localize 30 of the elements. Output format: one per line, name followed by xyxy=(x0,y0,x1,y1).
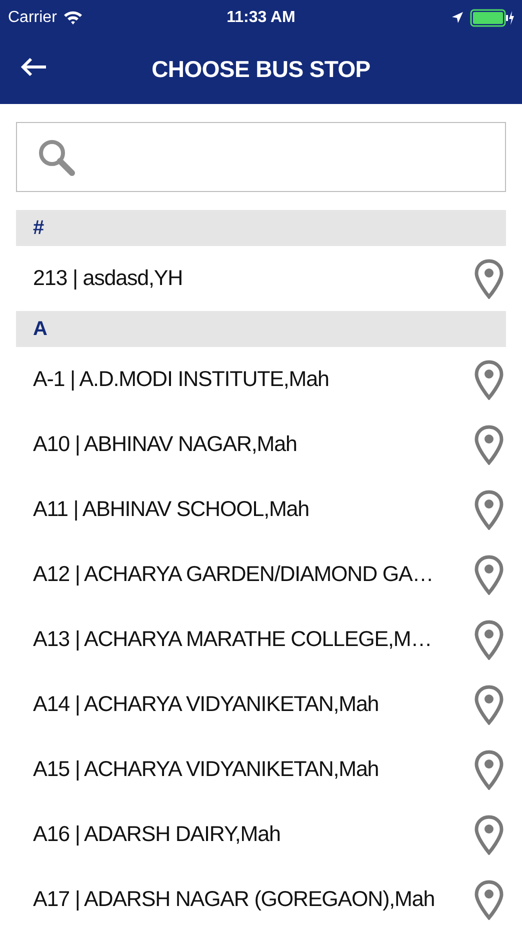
location-pin-icon xyxy=(474,620,504,660)
location-pin-icon xyxy=(474,880,504,920)
bus-stop-item[interactable]: A11 | ABHINAV SCHOOL,Mah xyxy=(33,497,309,522)
location-arrow-icon xyxy=(451,11,464,24)
carrier-name: Carrier xyxy=(8,8,57,26)
section-header: # xyxy=(16,210,506,246)
screen-title: CHOOSE BUS STOP xyxy=(152,56,370,83)
bus-stop-item[interactable]: A15 | ACHARYA VIDYANIKETAN,Mah xyxy=(33,757,379,782)
section-header: A xyxy=(16,311,506,347)
location-pin-icon xyxy=(474,360,504,400)
battery-icon xyxy=(470,8,514,26)
bus-stop-item[interactable]: A10 | ABHINAV NAGAR,Mah xyxy=(33,432,297,457)
bus-stop-item[interactable]: A13 | ACHARYA MARATHE COLLEGE,M… xyxy=(33,627,432,652)
location-pin-icon xyxy=(474,814,504,854)
wifi-icon xyxy=(62,10,83,25)
location-pin-icon xyxy=(474,750,504,790)
location-pin-icon xyxy=(474,258,504,298)
bus-stop-item[interactable]: A-1 | A.D.MODI INSTITUTE,Mah xyxy=(33,367,329,392)
search-field[interactable] xyxy=(16,122,506,192)
bus-stop-item[interactable]: A16 | ADARSH DAIRY,Mah xyxy=(33,822,280,847)
bus-stop-item[interactable]: A17 | ADARSH NAGAR (GOREGAON),Mah xyxy=(33,887,435,912)
location-pin-icon xyxy=(474,554,504,594)
bus-stop-item[interactable]: A12 | ACHARYA GARDEN/DIAMOND GA… xyxy=(33,562,434,587)
search-icon xyxy=(37,138,75,176)
location-pin-icon xyxy=(474,490,504,530)
status-time: 11:33 AM xyxy=(226,8,296,26)
bus-stop-item[interactable]: A14 | ACHARYA VIDYANIKETAN,Mah xyxy=(33,692,379,717)
location-pin-icon xyxy=(474,684,504,724)
bus-stop-item[interactable]: 213 | asdasd,YH xyxy=(33,266,183,291)
location-pin-icon xyxy=(474,424,504,464)
